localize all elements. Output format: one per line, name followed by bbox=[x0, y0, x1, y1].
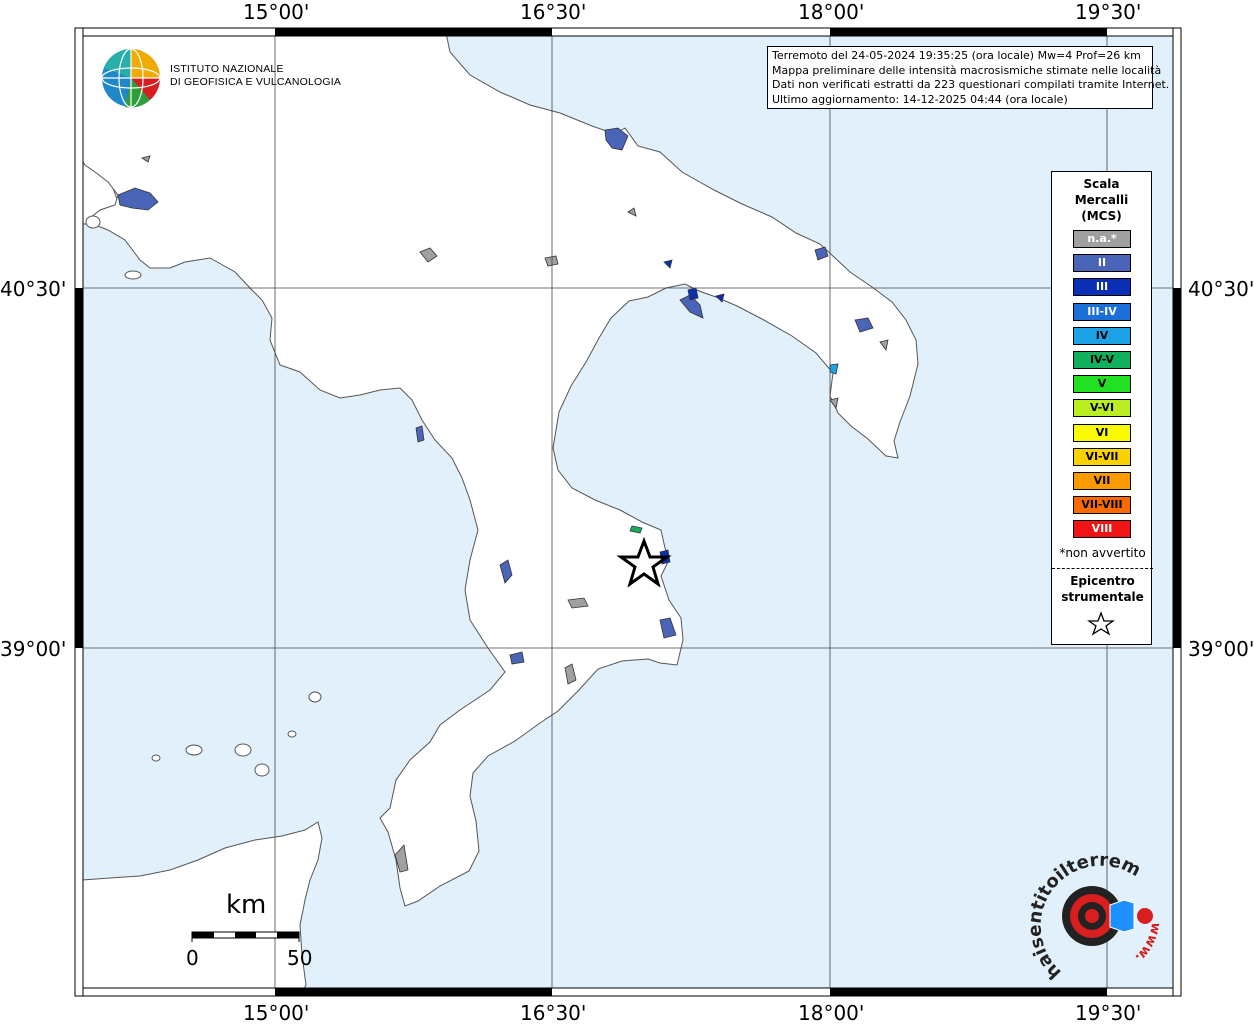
scale-start-label: 0 bbox=[186, 946, 199, 970]
lon-tick-bottom-4: 19°30' bbox=[1075, 1001, 1142, 1025]
lon-tick-bottom-2: 16°30' bbox=[520, 1001, 587, 1025]
legend-title-2: Mercalli bbox=[1074, 193, 1129, 207]
legend-item: IV bbox=[1073, 326, 1131, 345]
scale-unit-label: km bbox=[226, 890, 267, 920]
lon-tick-bottom-1: 15°00' bbox=[243, 1001, 310, 1025]
scale-end-label: 50 bbox=[287, 946, 313, 970]
legend-note: *non avvertito bbox=[1059, 546, 1146, 560]
legend-item: V-VI bbox=[1073, 399, 1131, 418]
event-info-line-3: Dati non verificati estratti da 223 ques… bbox=[772, 78, 1170, 91]
lat-tick-left-1: 40°30' bbox=[0, 277, 67, 301]
lon-tick-top-3: 18°00' bbox=[798, 0, 865, 24]
legend-item: V bbox=[1073, 375, 1131, 394]
watermark-www-text: www. bbox=[1132, 921, 1163, 965]
island-lipari bbox=[234, 743, 252, 757]
lat-tick-right-1: 40°30' bbox=[1188, 277, 1254, 301]
event-info-line-2: Mappa preliminare delle intensità macros… bbox=[772, 63, 1162, 77]
legend-item: III-IV bbox=[1073, 302, 1131, 321]
island-capri bbox=[124, 270, 142, 280]
legend-separator bbox=[1052, 568, 1153, 569]
legend-item: IV-V bbox=[1073, 351, 1131, 369]
watermark-site-text: haisentitoilterremoto.it bbox=[1020, 850, 1144, 980]
event-info-line-1: Terremoto del 24-05-2024 19:35:25 (ora l… bbox=[772, 49, 1141, 62]
lat-tick-right-2: 39°00' bbox=[1188, 637, 1254, 661]
ingv-line-1: ISTITUTO NAZIONALE bbox=[170, 63, 284, 75]
haisentito-watermark: haisentitoilterremoto.it www. bbox=[1020, 850, 1163, 980]
island-panarea bbox=[287, 730, 297, 738]
legend-item: VIII bbox=[1073, 520, 1131, 539]
lon-tick-top-1: 15°00' bbox=[243, 0, 310, 24]
island-stromboli bbox=[308, 691, 322, 703]
legend-item: VI-VII bbox=[1073, 447, 1131, 466]
legend-item: VII-VIII bbox=[1073, 496, 1131, 515]
ingv-line-2: DI GEOFISICA E VULCANOLOGIA bbox=[170, 76, 342, 88]
island-salina bbox=[185, 744, 203, 756]
legend-title: Scala Mercalli (MCS) bbox=[1052, 176, 1151, 224]
lon-tick-top-2: 16°30' bbox=[520, 0, 587, 24]
intensity-legend: Scala Mercalli (MCS) n.a.* II III III-IV IV I… bbox=[1051, 171, 1153, 645]
island-vulcano bbox=[254, 763, 270, 777]
legend-item: VII bbox=[1073, 472, 1131, 490]
island-ischia bbox=[85, 215, 101, 229]
legend-item: n.a.* bbox=[1073, 230, 1131, 248]
legend-title-3: (MCS) bbox=[1081, 209, 1122, 223]
island-filicudi bbox=[151, 754, 161, 762]
municipality-na bbox=[567, 597, 589, 609]
lat-tick-left-2: 39°00' bbox=[0, 637, 67, 661]
event-info-line-4: Ultimo aggiornamento: 14-12-2025 04:44 (… bbox=[772, 92, 1068, 106]
legend-epicenter-label: Epicentro strumentale bbox=[1052, 573, 1153, 605]
legend-title-1: Scala bbox=[1083, 177, 1120, 191]
lon-tick-bottom-3: 18°00' bbox=[798, 1001, 865, 1025]
lon-tick-top-4: 19°30' bbox=[1075, 0, 1142, 24]
svg-text:www.: www. bbox=[1132, 921, 1163, 965]
ingv-logo-text: ISTITUTO NAZIONALE DI GEOFISICA E VULCAN… bbox=[170, 63, 341, 89]
municipality-iii bbox=[687, 287, 699, 301]
legend-item: VI bbox=[1073, 423, 1131, 442]
event-info-box: Terremoto del 24-05-2024 19:35:25 (ora l… bbox=[767, 46, 1170, 109]
legend-epicenter-line-2: strumentale bbox=[1061, 590, 1144, 604]
legend-item: II bbox=[1073, 254, 1131, 273]
svg-text:haisentitoilterremoto.it: haisentitoilterremoto.it bbox=[1020, 850, 1144, 980]
star-icon bbox=[1086, 611, 1116, 636]
legend-epicenter-line-1: Epicentro bbox=[1070, 574, 1135, 588]
legend-item: III bbox=[1073, 278, 1131, 297]
